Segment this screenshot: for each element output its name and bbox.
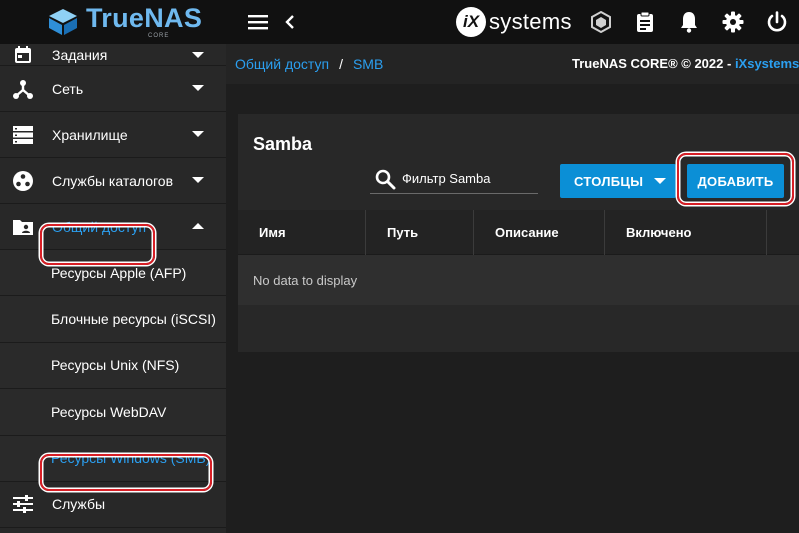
search-icon xyxy=(375,169,396,189)
sidebar-subitem-webdav[interactable]: Ресурсы WebDAV xyxy=(0,389,226,436)
sidebar: Задания Сеть Хранилище Службы каталогов … xyxy=(0,44,226,533)
bell-icon xyxy=(681,12,697,33)
chevron-up-icon xyxy=(192,223,204,229)
brand-sub: CORE xyxy=(148,33,170,39)
breadcrumb-separator: / xyxy=(339,56,343,72)
collapse-sidebar-button[interactable] xyxy=(280,10,300,34)
sidebar-item-storage[interactable]: Хранилище xyxy=(0,112,226,158)
sidebar-subitem-iscsi[interactable]: Блочные ресурсы (iSCSI) xyxy=(0,296,226,343)
column-header-enabled[interactable]: Включено xyxy=(605,210,767,255)
sidebar-item-sharing[interactable]: Общий доступ xyxy=(0,204,226,250)
column-header-name[interactable]: Имя xyxy=(238,210,366,255)
network-icon xyxy=(11,77,35,101)
column-header-description[interactable]: Описание xyxy=(474,210,605,255)
samba-card: Samba СТОЛБЦЫ ДОБАВИТЬ Имя Путь Описание… xyxy=(238,114,799,352)
tasks-button[interactable] xyxy=(623,0,667,44)
sidebar-item-directory-services[interactable]: Службы каталогов xyxy=(0,158,226,204)
ix-logo-mark: iX xyxy=(456,7,486,37)
truecommand-button[interactable] xyxy=(579,0,623,44)
main-content: Общий доступ / SMB TrueNAS CORE® © 2022 … xyxy=(226,44,799,533)
sidebar-item-label: Службы каталогов xyxy=(52,172,174,189)
sidebar-subitem-afp[interactable]: Ресурсы Apple (AFP) xyxy=(0,250,226,297)
notifications-button[interactable] xyxy=(667,0,711,44)
power-icon xyxy=(767,11,787,32)
top-bar-actions xyxy=(579,0,799,44)
breadcrumb: Общий доступ / SMB TrueNAS CORE® © 2022 … xyxy=(226,44,799,84)
copyright: TrueNAS CORE® © 2022 - iXsystems, Inc xyxy=(572,56,799,71)
caret-down-icon xyxy=(654,178,666,184)
sidebar-subitem-smb[interactable]: Ресурсы Windows (SMB) xyxy=(0,435,226,482)
sidebar-item-label: Общий доступ xyxy=(52,218,147,235)
ix-logo-text: systems xyxy=(489,9,572,34)
column-header-path[interactable]: Путь xyxy=(366,210,474,255)
chevron-down-icon xyxy=(192,177,204,183)
menu-toggle-button[interactable] xyxy=(246,10,270,34)
empty-table-message: No data to display xyxy=(238,255,799,305)
breadcrumb-sharing-link[interactable]: Общий доступ xyxy=(235,56,329,72)
sidebar-subitem-nfs[interactable]: Ресурсы Unix (NFS) xyxy=(0,342,226,390)
columns-button[interactable]: СТОЛБЦЫ xyxy=(560,164,676,198)
table-header: Имя Путь Описание Включено xyxy=(238,210,799,255)
add-button[interactable]: ДОБАВИТЬ xyxy=(687,164,784,198)
sidebar-item-label: Хранилище xyxy=(52,126,128,143)
breadcrumb-current[interactable]: SMB xyxy=(353,56,383,72)
sidebar-item-services[interactable]: Службы xyxy=(0,482,226,528)
copyright-text: TrueNAS CORE® © 2022 - xyxy=(572,56,735,71)
chevron-down-icon xyxy=(192,52,204,58)
sidebar-item-tasks[interactable]: Задания xyxy=(0,44,226,66)
calendar-icon xyxy=(11,44,35,67)
folder-shared-icon xyxy=(11,215,35,239)
sidebar-item-label: Задания xyxy=(52,46,108,63)
clipboard-icon xyxy=(637,11,653,32)
sidebar-item-label: Службы xyxy=(52,496,106,513)
chevron-left-icon xyxy=(285,15,294,29)
chevron-down-icon xyxy=(192,85,204,91)
tune-icon xyxy=(11,492,35,516)
directory-icon xyxy=(11,169,35,193)
hamburger-icon xyxy=(248,15,268,30)
chevron-down-icon xyxy=(192,131,204,137)
power-button[interactable] xyxy=(755,0,799,44)
gear-icon xyxy=(722,11,744,33)
brand-name: TrueNAS xyxy=(86,3,203,33)
card-title: Samba xyxy=(253,134,313,154)
sidebar-item-network[interactable]: Сеть xyxy=(0,66,226,112)
sidebar-item-label: Сеть xyxy=(52,80,84,97)
filter-field xyxy=(370,164,538,194)
top-bar: TrueNAS CORE iX systems xyxy=(0,0,799,44)
ixsystems-logo[interactable]: iX systems xyxy=(456,7,572,37)
brand[interactable]: TrueNAS CORE xyxy=(0,0,226,44)
truenas-logo-icon xyxy=(49,9,77,35)
ixsystems-link[interactable]: iXsystems, Inc xyxy=(735,56,799,71)
truecommand-icon xyxy=(591,11,611,33)
settings-button[interactable] xyxy=(711,0,755,44)
filter-input[interactable] xyxy=(402,171,532,186)
columns-button-label: СТОЛБЦЫ xyxy=(574,173,644,189)
storage-icon xyxy=(11,123,35,147)
